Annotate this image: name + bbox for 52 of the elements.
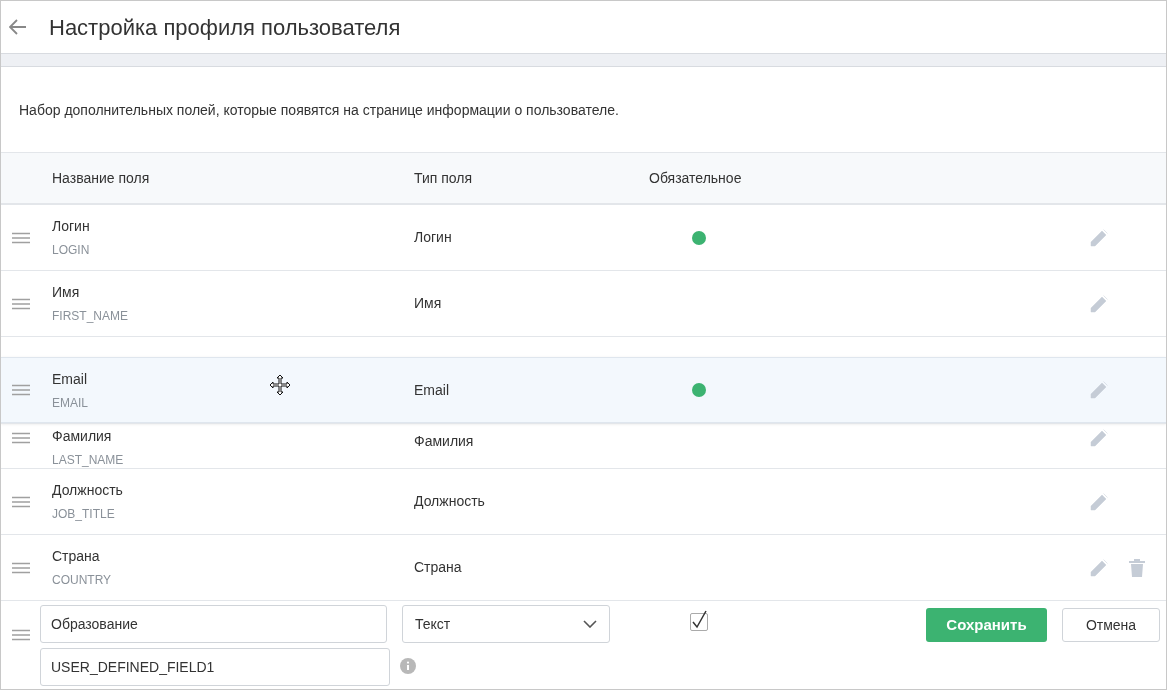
edit-pencil-icon[interactable] [1089,227,1109,248]
field-code: JOB_TITLE [52,506,115,523]
column-header: Название поля [52,168,151,188]
field-type: Страна [414,559,462,575]
drag-handle-icon[interactable] [10,231,31,244]
field-type-select[interactable]: Текст [402,605,610,643]
edit-pencil-icon[interactable] [1089,491,1109,512]
dragged-row[interactable]: Email EMAIL Email [1,357,1166,423]
field-type: Должность [414,493,485,509]
field-code: FIRST_NAME [52,308,128,325]
field-type: Логин [414,229,452,245]
field-name: Email [52,369,87,389]
back-arrow-icon [9,19,27,35]
field-type: Фамилия [414,433,474,449]
field-type: Email [414,381,449,398]
field-name: Фамилия [52,427,112,446]
field-name-input[interactable]: Образование [40,605,387,643]
field-name: Страна [52,547,100,566]
drag-handle-icon[interactable] [10,495,31,508]
field-name: Логин [52,217,90,236]
drag-handle-icon[interactable] [11,629,31,641]
field-name: Имя [52,283,80,302]
description-text: Набор дополнительных полей, которые появятся на странице информации о пользователе. [19,101,619,120]
page-title: Настройка профиля пользователя [49,13,401,42]
info-icon[interactable] [400,658,416,674]
edit-pencil-icon[interactable] [1089,428,1109,448]
drag-handle-icon[interactable] [10,297,31,310]
column-header: Тип поля [414,168,474,188]
table-row[interactable]: Должность JOB_TITLE Должность [1,468,1166,534]
field-code-input[interactable]: USER_DEFINED_FIELD1 [40,648,390,686]
move-cursor-icon [269,374,291,396]
field-code: COUNTRY [52,572,112,589]
table-row[interactable]: Логин LOGIN Логин [1,204,1166,270]
cancel-button[interactable]: Отмена [1062,608,1160,642]
drag-handle-icon[interactable] [10,561,31,574]
table-row[interactable]: Фамилия LAST_NAME Фамилия [1,423,1166,468]
chevron-down-icon [583,620,597,628]
edit-pencil-icon[interactable] [1089,380,1109,400]
field-name: Должность [52,481,123,500]
edit-pencil-icon[interactable] [1089,293,1109,314]
table-row[interactable]: Страна COUNTRY Страна [1,534,1166,600]
table-row[interactable]: Имя FIRST_NAME Имя [1,270,1166,336]
required-checkbox[interactable] [690,613,708,631]
column-header: Обязательное [649,168,742,188]
field-code: LOGIN [52,242,90,259]
field-type: Имя [414,295,442,311]
drag-handle-icon[interactable] [10,384,31,396]
edit-pencil-icon[interactable] [1089,557,1109,578]
trash-icon[interactable] [1129,558,1145,577]
drag-handle-icon[interactable] [10,432,31,444]
field-code: EMAIL [52,394,88,412]
field-code: LAST_NAME [52,452,124,469]
